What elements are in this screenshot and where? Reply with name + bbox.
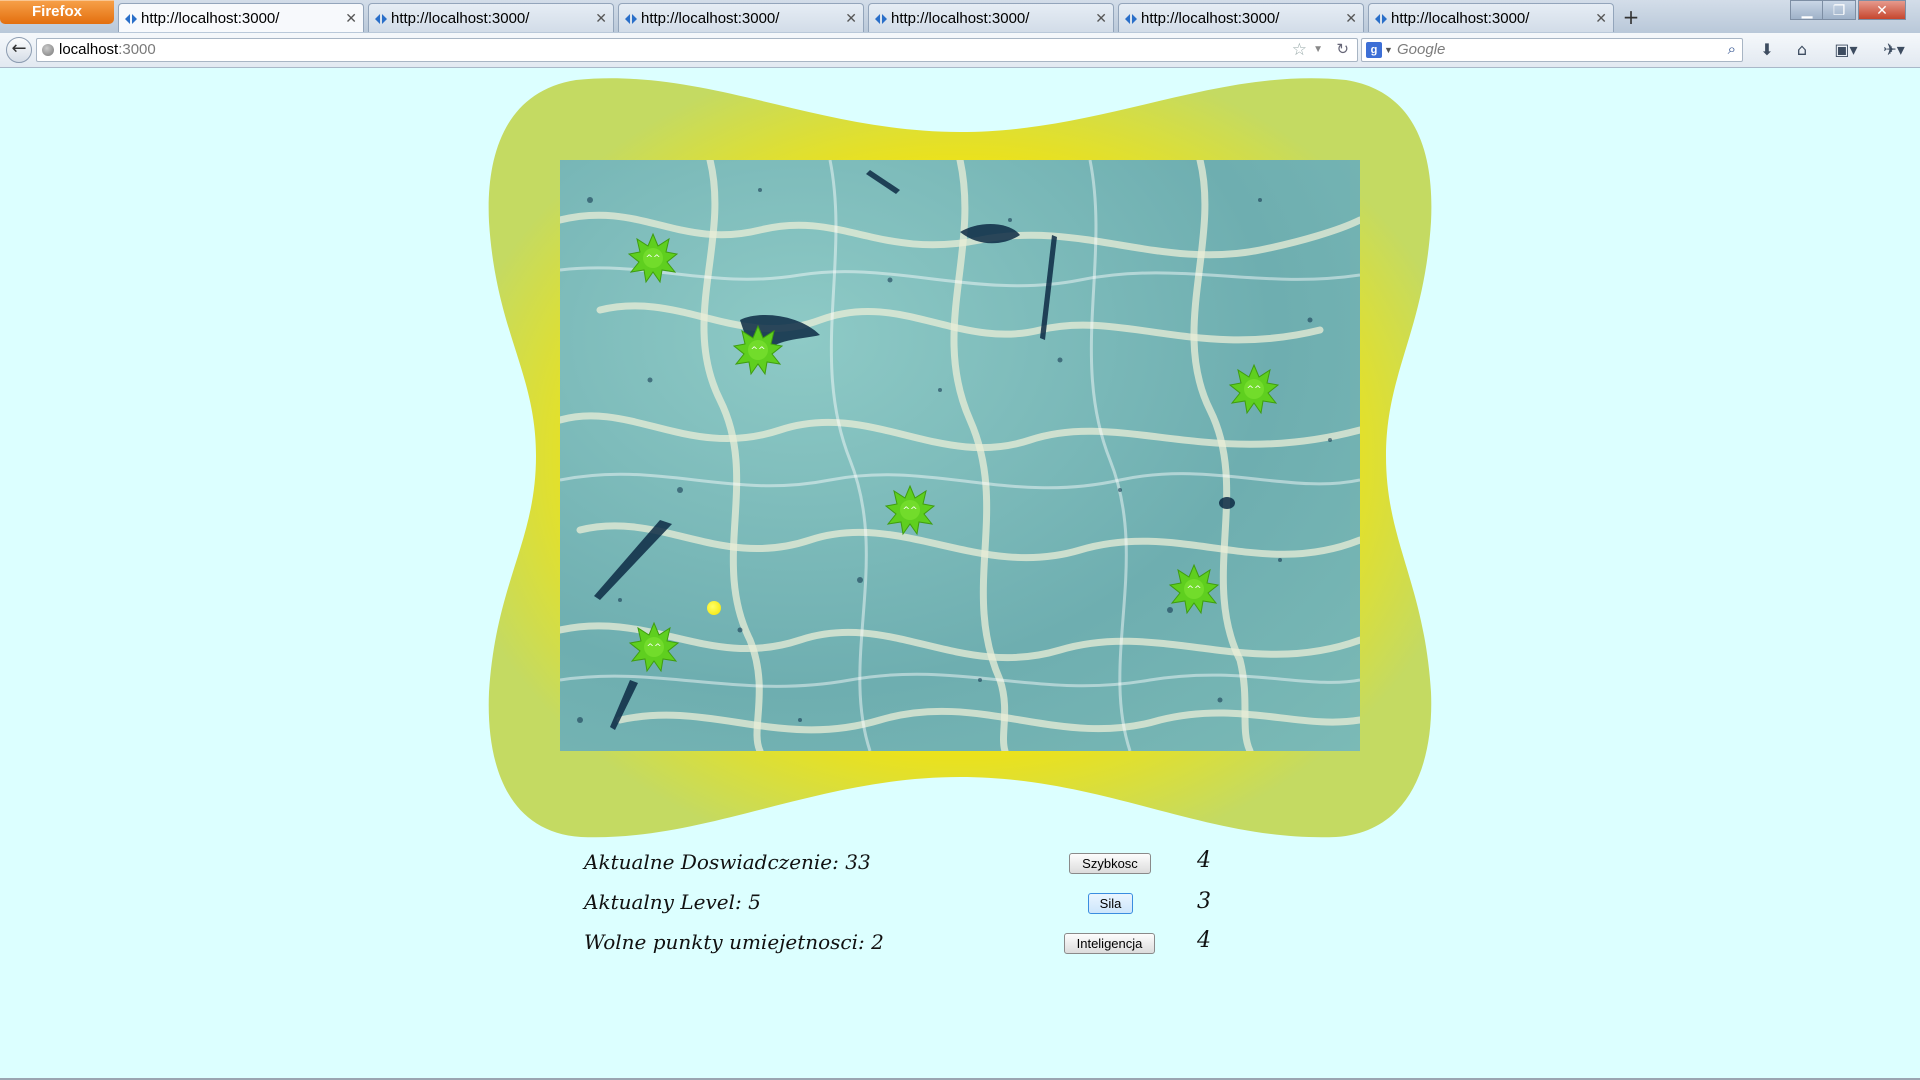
bookmarks-menu-icon[interactable]: ▣▾: [1830, 39, 1862, 61]
speed-button[interactable]: Szybkosc: [1069, 853, 1151, 874]
player: [707, 601, 721, 615]
history-dropdown-icon[interactable]: ▼: [1313, 39, 1323, 61]
svg-text:^^: ^^: [902, 506, 917, 516]
url-text: localhost:3000: [59, 41, 156, 58]
tab-title: http://localhost:3000/: [141, 10, 280, 27]
speed-value: 4: [1197, 848, 1211, 873]
tab-3[interactable]: http://localhost:3000/ ✕: [618, 3, 864, 32]
tab-strip: Firefox http://localhost:3000/ ✕ http://…: [0, 0, 1920, 34]
monster: ^^: [1168, 563, 1220, 615]
svg-text:^^: ^^: [1246, 385, 1261, 395]
tab-close-icon[interactable]: ✕: [595, 4, 607, 33]
firefox-menu-button[interactable]: Firefox: [0, 0, 114, 24]
intelligence-button[interactable]: Inteligencja: [1064, 933, 1155, 954]
water-texture: [560, 160, 1360, 751]
monster: ^^: [1228, 363, 1280, 415]
back-arrow-icon[interactable]: ←: [6, 37, 32, 63]
tab-close-icon[interactable]: ✕: [345, 4, 357, 33]
search-engine-dropdown-icon[interactable]: ▼: [1384, 39, 1393, 61]
svg-text:^^: ^^: [750, 346, 765, 356]
tab-close-icon[interactable]: ✕: [1095, 4, 1107, 33]
search-engine-icon[interactable]: g: [1366, 42, 1382, 58]
svg-text:^^: ^^: [645, 254, 660, 264]
tab-title: http://localhost:3000/: [1391, 10, 1530, 27]
search-icon[interactable]: ⌕: [1728, 39, 1736, 61]
search-bar[interactable]: g ▼ Google ⌕: [1361, 38, 1743, 62]
downloads-icon[interactable]: ⬇: [1756, 39, 1778, 61]
page-favicon-icon: [375, 14, 387, 24]
window-close-icon[interactable]: ✕: [1858, 0, 1906, 20]
reload-icon[interactable]: ↻: [1336, 39, 1349, 61]
addons-icon[interactable]: ✈▾: [1878, 39, 1910, 61]
strength-value: 3: [1197, 889, 1211, 914]
new-tab-button[interactable]: +: [1620, 5, 1642, 30]
monster: ^^: [884, 484, 936, 536]
monster: ^^: [732, 324, 784, 376]
svg-text:^^: ^^: [646, 643, 661, 653]
bookmark-star-icon[interactable]: ☆: [1292, 39, 1307, 61]
tab-1[interactable]: http://localhost:3000/ ✕: [118, 3, 364, 32]
home-icon[interactable]: ⌂: [1791, 39, 1813, 61]
tab-title: http://localhost:3000/: [641, 10, 780, 27]
monster: ^^: [627, 232, 679, 284]
tab-close-icon[interactable]: ✕: [1595, 4, 1607, 33]
intelligence-value: 4: [1197, 928, 1211, 953]
page-favicon-icon: [625, 14, 637, 24]
tab-close-icon[interactable]: ✕: [1345, 4, 1357, 33]
tab-5[interactable]: http://localhost:3000/ ✕: [1118, 3, 1364, 32]
page-favicon-icon: [875, 14, 887, 24]
maximize-icon[interactable]: ❐: [1822, 0, 1856, 20]
page-favicon-icon: [1125, 14, 1137, 24]
tab-2[interactable]: http://localhost:3000/ ✕: [368, 3, 614, 32]
tab-4[interactable]: http://localhost:3000/ ✕: [868, 3, 1114, 32]
tab-close-icon[interactable]: ✕: [845, 4, 857, 33]
free-points-label: Wolne punkty umiejetnosci: 2: [584, 930, 884, 954]
page-favicon-icon: [125, 14, 137, 24]
experience-label: Aktualne Doswiadczenie: 33: [584, 850, 871, 874]
monster: ^^: [628, 621, 680, 673]
search-placeholder: Google: [1397, 41, 1446, 58]
game-canvas[interactable]: ^^ ^^ ^^ ^^ ^^ ^^: [560, 160, 1360, 751]
address-bar[interactable]: localhost:3000 ☆ ▼ ↻: [36, 38, 1358, 62]
site-identity-icon[interactable]: [42, 44, 54, 56]
tab-title: http://localhost:3000/: [891, 10, 1030, 27]
svg-text:^^: ^^: [1186, 585, 1201, 595]
tab-title: http://localhost:3000/: [391, 10, 530, 27]
tab-title: http://localhost:3000/: [1141, 10, 1280, 27]
minimize-icon[interactable]: ▁: [1790, 0, 1824, 20]
level-label: Aktualny Level: 5: [584, 890, 761, 914]
tab-6[interactable]: http://localhost:3000/ ✕: [1368, 3, 1614, 32]
navigation-toolbar: ← localhost:3000 ☆ ▼ ↻ g ▼ Google ⌕ ⬇ ⌂ …: [0, 33, 1920, 68]
strength-button[interactable]: Sila: [1088, 893, 1133, 914]
page-favicon-icon: [1375, 14, 1387, 24]
